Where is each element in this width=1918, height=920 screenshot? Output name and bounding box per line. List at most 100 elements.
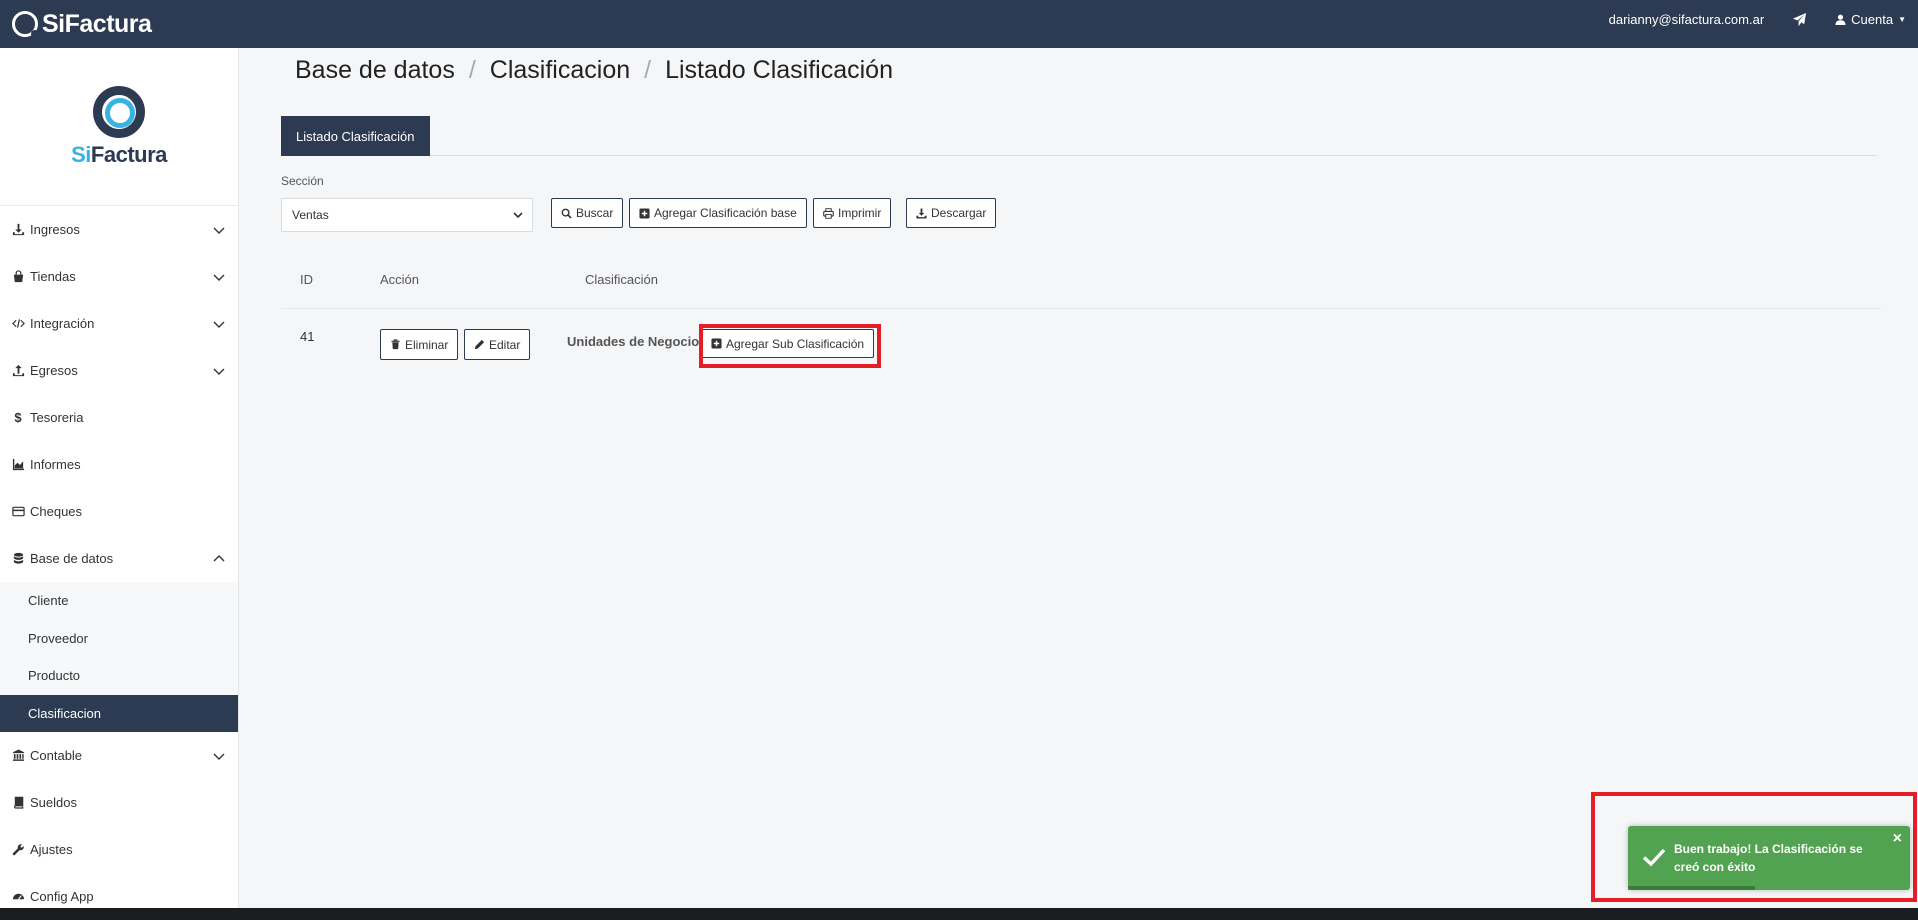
editar-button-label: Editar (489, 337, 521, 352)
agregar-clasificacion-base-button[interactable]: Agregar Clasificación base (629, 198, 807, 228)
brand-logo-icon (12, 11, 39, 38)
top-navbar: SiFactura darianny@sifactura.com.ar Cuen… (0, 0, 1918, 48)
os-taskbar (0, 908, 1918, 920)
sidebar-item-label: Egresos (30, 363, 78, 378)
buscar-button[interactable]: Buscar (551, 198, 624, 228)
sidebar-item-ingresos[interactable]: Ingresos (0, 206, 238, 253)
sidebar-item-label: Ajustes (30, 842, 73, 857)
imprimir-button[interactable]: Imprimir (813, 198, 892, 228)
sidebar-subitem-proveedor[interactable]: Proveedor (0, 620, 238, 658)
chevron-up-icon (212, 552, 226, 566)
sidebar-item-integracion[interactable]: Integración (0, 300, 238, 347)
section-select-value: Ventas (292, 208, 329, 222)
sidebar-subitem-clasificacion[interactable]: Clasificacion (0, 694, 238, 732)
download-icon (11, 223, 25, 237)
table-divider (281, 308, 1881, 309)
highlight-annotation (699, 324, 881, 368)
user-icon (1835, 14, 1846, 25)
sidebar-item-contable[interactable]: Contable (0, 732, 238, 779)
account-label: Cuenta (1851, 11, 1894, 27)
sidebar-item-label: Sueldos (30, 795, 77, 810)
sidebar-item-label: Tesoreria (30, 410, 84, 425)
toast-message: Buen trabajo! La Clasificación se creó c… (1674, 842, 1863, 874)
agregar-clasificacion-base-label: Agregar Clasificación base (654, 206, 797, 220)
caret-down-icon: ▼ (1898, 14, 1906, 24)
bank-icon (11, 749, 25, 763)
upload-icon (11, 364, 25, 378)
buscar-button-label: Buscar (576, 206, 614, 220)
trash-icon (390, 339, 401, 350)
breadcrumb-item-clasificacion[interactable]: Clasificacion (490, 56, 630, 85)
sidebar: SiFactura Ingresos Tiendas Integración E… (0, 48, 239, 908)
chevron-down-icon (212, 223, 226, 237)
sidebar-item-label: Cheques (30, 504, 83, 519)
sifactura-logo-mark (93, 85, 145, 138)
main-content: Base de datos / Clasificacion / Listado … (240, 48, 1918, 908)
toast-close-button[interactable]: × (1893, 831, 1902, 847)
eliminar-button-label: Eliminar (405, 337, 449, 352)
sidebar-item-label: Contable (30, 748, 83, 763)
table-header-id: ID (300, 272, 313, 287)
sidebar-submenu-base-de-datos: Cliente Proveedor Producto Clasificacion (0, 582, 238, 732)
user-email-link[interactable]: darianny@sifactura.com.ar (1609, 12, 1765, 27)
tab-listado-clasificacion[interactable]: Listado Clasificación (281, 116, 430, 156)
account-menu[interactable]: Cuenta ▼ (1835, 12, 1906, 27)
code-icon (11, 317, 25, 331)
search-icon (561, 208, 572, 219)
print-icon (823, 207, 834, 219)
breadcrumb-item-current: Listado Clasificación (665, 56, 893, 84)
sidebar-logo-text: SiFactura (71, 141, 167, 167)
eliminar-button[interactable]: Eliminar (380, 329, 459, 360)
chevron-down-icon (212, 270, 226, 284)
plus-square-icon (639, 207, 650, 219)
section-label: Sección (281, 174, 324, 188)
dollar-icon: $ (14, 410, 22, 425)
sidebar-item-label: Ingresos (30, 222, 80, 237)
chevron-down-icon (212, 749, 226, 763)
download-icon (916, 207, 927, 219)
shopping-bag-icon (11, 270, 25, 284)
send-icon[interactable] (1792, 12, 1807, 27)
database-icon (11, 552, 25, 566)
success-toast[interactable]: Buen trabajo! La Clasificación se creó c… (1628, 826, 1910, 890)
sidebar-item-base-de-datos[interactable]: Base de datos (0, 535, 238, 582)
breadcrumb-separator: / (468, 56, 476, 84)
pencil-icon (474, 339, 485, 350)
descargar-button-label: Descargar (931, 206, 987, 220)
sidebar-item-label: Base de datos (30, 551, 114, 566)
brand-logo[interactable]: SiFactura (12, 8, 152, 40)
descargar-button[interactable]: Descargar (906, 198, 997, 228)
sidebar-nav: Ingresos Tiendas Integración Egresos $ T… (0, 206, 238, 582)
table-header-clasificacion: Clasificación (585, 272, 658, 287)
sidebar-item-tesoreria[interactable]: $ Tesoreria (0, 394, 238, 441)
sidebar-item-tiendas[interactable]: Tiendas (0, 253, 238, 300)
area-chart-icon (11, 458, 25, 472)
wrench-icon (11, 843, 25, 857)
sidebar-item-egresos[interactable]: Egresos (0, 347, 238, 394)
breadcrumb-separator: / (644, 56, 652, 84)
imprimir-button-label: Imprimir (838, 206, 882, 220)
table-header-accion: Acción (380, 272, 420, 287)
table-cell-id: 41 (300, 329, 315, 344)
sidebar-item-label: Integración (30, 316, 95, 331)
sidebar-item-cheques[interactable]: Cheques (0, 488, 238, 535)
topbar-right: darianny@sifactura.com.ar Cuenta ▼ (1609, 0, 1906, 38)
tab-bar: Listado Clasificación (281, 116, 1877, 156)
section-select[interactable]: Ventas (281, 198, 533, 232)
sidebar-item-informes[interactable]: Informes (0, 441, 238, 488)
editar-button[interactable]: Editar (464, 329, 531, 360)
sidebar-subitem-producto[interactable]: Producto (0, 657, 238, 695)
sidebar-item-sueldos[interactable]: Sueldos (0, 779, 238, 826)
chevron-down-icon (212, 317, 226, 331)
sidebar-nav-lower: Contable Sueldos Ajustes Config App (0, 732, 238, 920)
sidebar-item-label: Config App (30, 889, 94, 904)
tachometer-icon (11, 890, 25, 904)
sidebar-item-ajustes[interactable]: Ajustes (0, 826, 238, 873)
sidebar-item-label: Tiendas (30, 269, 76, 284)
sidebar-logo[interactable]: SiFactura (0, 48, 238, 206)
breadcrumb-item-base-de-datos[interactable]: Base de datos (295, 56, 455, 85)
table-cell-clasificacion: Unidades de Negocio (567, 334, 700, 349)
sidebar-subitem-cliente[interactable]: Cliente (0, 582, 238, 620)
breadcrumb: Base de datos / Clasificacion / Listado … (295, 56, 893, 85)
brand-name: SiFactura (42, 9, 152, 38)
